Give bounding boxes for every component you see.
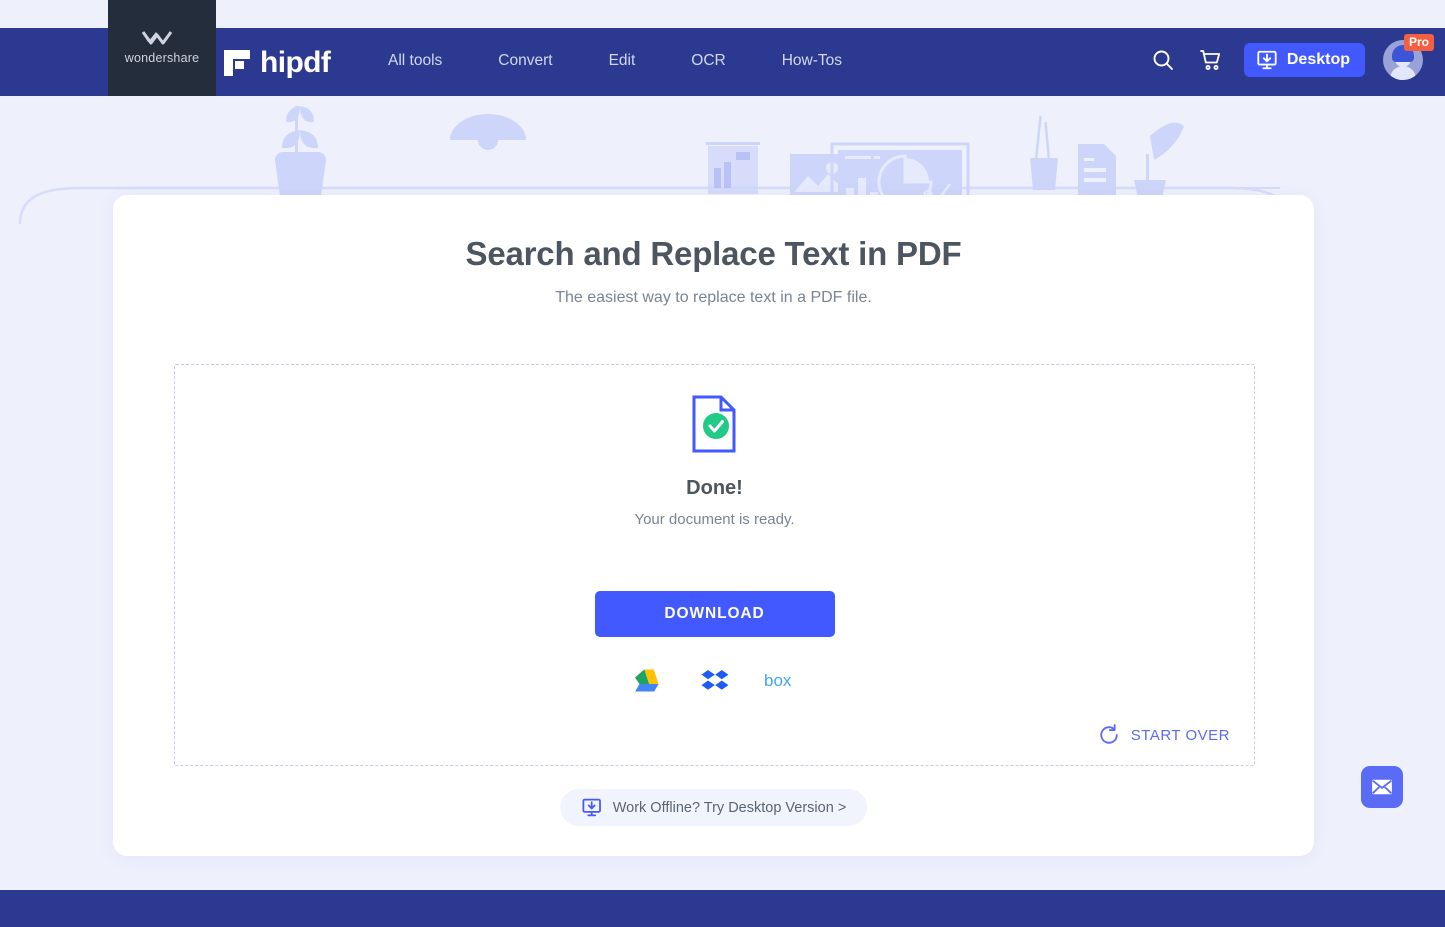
tool-card: Search and Replace Text in PDF The easie… xyxy=(113,195,1314,856)
nav-edit[interactable]: Edit xyxy=(581,48,664,74)
document-check-icon xyxy=(692,395,735,453)
envelope-icon xyxy=(1372,779,1392,795)
wondershare-brand-block[interactable]: wondershare xyxy=(108,0,216,96)
contact-mail-button[interactable] xyxy=(1361,766,1403,808)
header-actions: Desktop Pro xyxy=(1148,34,1434,80)
shopping-cart-icon[interactable] xyxy=(1196,45,1226,75)
hipdf-wordmark: hipdf xyxy=(260,46,331,79)
result-dropzone: Done! Your document is ready. DOWNLOAD b… xyxy=(174,364,1255,766)
monitor-download-icon xyxy=(1257,50,1277,70)
account-avatar[interactable]: Pro xyxy=(1383,34,1434,80)
cloud-save-options: box xyxy=(175,665,1254,695)
status-heading: Done! xyxy=(686,477,743,499)
box-icon[interactable]: box xyxy=(764,665,798,695)
monitor-download-icon xyxy=(582,798,601,817)
svg-text:box: box xyxy=(764,671,792,690)
site-footer xyxy=(0,890,1445,927)
nav-all-tools[interactable]: All tools xyxy=(360,48,470,74)
work-offline-pill[interactable]: Work Offline? Try Desktop Version > xyxy=(559,789,868,826)
pro-badge: Pro xyxy=(1403,34,1434,51)
page-subtitle: The easiest way to replace text in a PDF… xyxy=(555,289,872,306)
nav-how-tos[interactable]: How-Tos xyxy=(754,48,870,74)
dropbox-icon[interactable] xyxy=(698,665,732,695)
start-over-label: START OVER xyxy=(1130,726,1230,744)
main-navigation: All tools Convert Edit OCR How-Tos xyxy=(360,48,870,74)
desktop-button-label: Desktop xyxy=(1286,51,1350,68)
page-title: Search and Replace Text in PDF xyxy=(465,235,962,272)
start-over-button[interactable]: START OVER xyxy=(1098,724,1230,746)
page-root: wondershare hipdf All tools Convert Edit… xyxy=(0,0,1445,927)
google-drive-icon[interactable] xyxy=(632,665,666,695)
work-offline-label: Work Offline? Try Desktop Version > xyxy=(612,799,847,816)
wondershare-logo-icon xyxy=(141,31,173,45)
hipdf-logo[interactable]: hipdf xyxy=(224,46,331,80)
wondershare-label: wondershare xyxy=(124,51,200,65)
search-icon[interactable] xyxy=(1148,45,1178,75)
nav-convert[interactable]: Convert xyxy=(470,48,580,74)
download-button[interactable]: DOWNLOAD xyxy=(594,591,835,637)
desktop-download-button[interactable]: Desktop xyxy=(1243,43,1365,77)
hipdf-logo-icon xyxy=(224,50,250,76)
rotate-ccw-icon xyxy=(1100,724,1118,744)
status-message: Your document is ready. xyxy=(634,511,795,528)
nav-ocr[interactable]: OCR xyxy=(663,48,753,74)
